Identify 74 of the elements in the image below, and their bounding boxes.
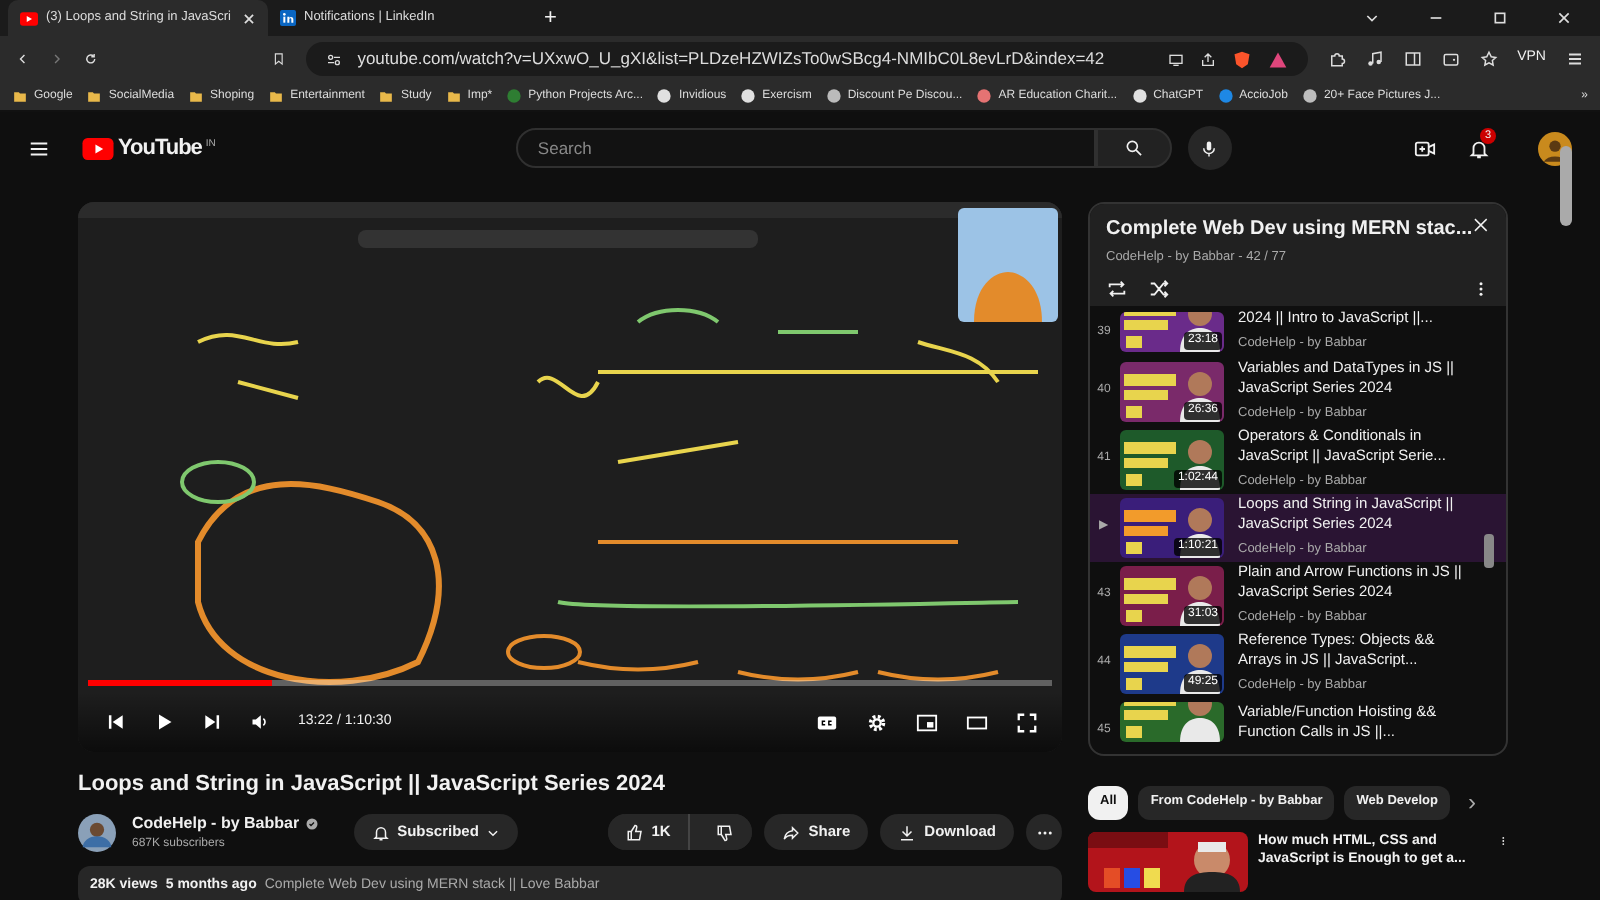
menu-icon[interactable] — [28, 137, 50, 159]
chevron-down-icon — [486, 825, 501, 839]
share-icon[interactable] — [1199, 51, 1216, 67]
playlist-title[interactable]: Complete Web Dev using MERN stac... — [1106, 214, 1473, 244]
play-icon[interactable] — [154, 712, 174, 732]
maximize-icon[interactable] — [1492, 10, 1508, 26]
shuffle-icon[interactable] — [1148, 277, 1170, 300]
folder-icon — [12, 89, 28, 103]
folder-icon — [445, 89, 462, 103]
shield-icon[interactable] — [1231, 49, 1252, 69]
more-button[interactable] — [1026, 814, 1062, 850]
reload-icon[interactable] — [83, 50, 97, 68]
search-field[interactable]: Search — [515, 128, 1096, 168]
voice-search-button[interactable] — [1187, 126, 1232, 170]
fullscreen-icon[interactable] — [1016, 711, 1038, 733]
channel-avatar[interactable] — [78, 813, 116, 851]
share-arrow-icon — [782, 823, 801, 841]
download-icon — [898, 823, 917, 841]
new-tab-button[interactable]: + — [544, 1, 557, 35]
site-icon — [825, 88, 842, 104]
create-icon[interactable] — [1414, 137, 1436, 159]
music-icon[interactable] — [1365, 50, 1384, 68]
thumbs-up-icon — [625, 823, 644, 841]
site-icon — [1131, 88, 1148, 104]
site-icon — [740, 88, 757, 104]
folder-icon — [188, 89, 205, 103]
site-icon — [1301, 88, 1318, 104]
close-icon[interactable] — [242, 11, 256, 25]
next-chips-button[interactable]: › — [1459, 784, 1484, 820]
search-icon — [1123, 138, 1144, 158]
sidebar-icon[interactable] — [1403, 50, 1422, 68]
miniplayer-icon[interactable] — [916, 711, 938, 733]
bell-icon — [371, 823, 390, 841]
site-icon — [1217, 88, 1234, 104]
settings-icon[interactable] — [866, 711, 888, 733]
site-icon — [506, 88, 523, 104]
progress-bar[interactable] — [88, 680, 1052, 686]
triangle-icon[interactable] — [1267, 49, 1288, 69]
play-logo-icon — [82, 137, 114, 159]
folder-icon — [268, 89, 285, 103]
page-scrollbar[interactable] — [1560, 146, 1572, 226]
linkedin-icon — [280, 10, 296, 26]
channel-name[interactable]: CodeHelp - by Babbar — [132, 811, 300, 835]
cast-icon[interactable] — [1167, 51, 1184, 67]
chevron-down-icon[interactable] — [1364, 10, 1380, 26]
puzzle-icon[interactable] — [1327, 50, 1346, 68]
close-icon[interactable] — [1472, 214, 1490, 236]
site-icon — [656, 88, 673, 104]
close-icon[interactable] — [1556, 10, 1572, 26]
bookmark-icon[interactable] — [271, 50, 286, 68]
microphone-icon — [1200, 139, 1219, 157]
scrollbar-thumb[interactable] — [1484, 533, 1494, 568]
site-icon — [976, 88, 993, 104]
previous-icon[interactable] — [106, 712, 126, 732]
forward-icon[interactable] — [49, 50, 64, 68]
address-bar[interactable]: youtube.com/watch?v=UXxwO_U_gXI&list=PLDzeHZWIZsTo0wSBcg4-NMIbC0L8evLrD&index=42 — [305, 42, 1308, 76]
folder-icon — [86, 89, 103, 103]
wallet-icon[interactable] — [1441, 50, 1460, 68]
star-icon[interactable] — [1479, 50, 1498, 68]
video-title: Loops and String in JavaScript || JavaScript Series 2024 — [78, 770, 667, 800]
bell-icon[interactable] — [1468, 137, 1490, 159]
back-icon[interactable] — [16, 50, 30, 68]
menu-icon[interactable] — [1566, 50, 1584, 68]
verified-icon — [305, 817, 318, 829]
search-button[interactable] — [1095, 128, 1172, 168]
volume-icon[interactable] — [250, 712, 270, 732]
loop-icon[interactable] — [1106, 277, 1128, 300]
site-settings-icon[interactable] — [325, 51, 342, 67]
next-icon[interactable] — [202, 712, 222, 732]
thumbs-down-icon — [716, 823, 735, 841]
video-site-icon — [20, 11, 38, 25]
theater-icon[interactable] — [966, 711, 988, 733]
folder-icon — [378, 89, 395, 103]
url-text: youtube.com/watch?v=UXxwO_U_gXI&list=PLDzeHZWIZsTo0wSBcg4-NMIbC0L8evLrD&index=42 — [357, 46, 1107, 72]
